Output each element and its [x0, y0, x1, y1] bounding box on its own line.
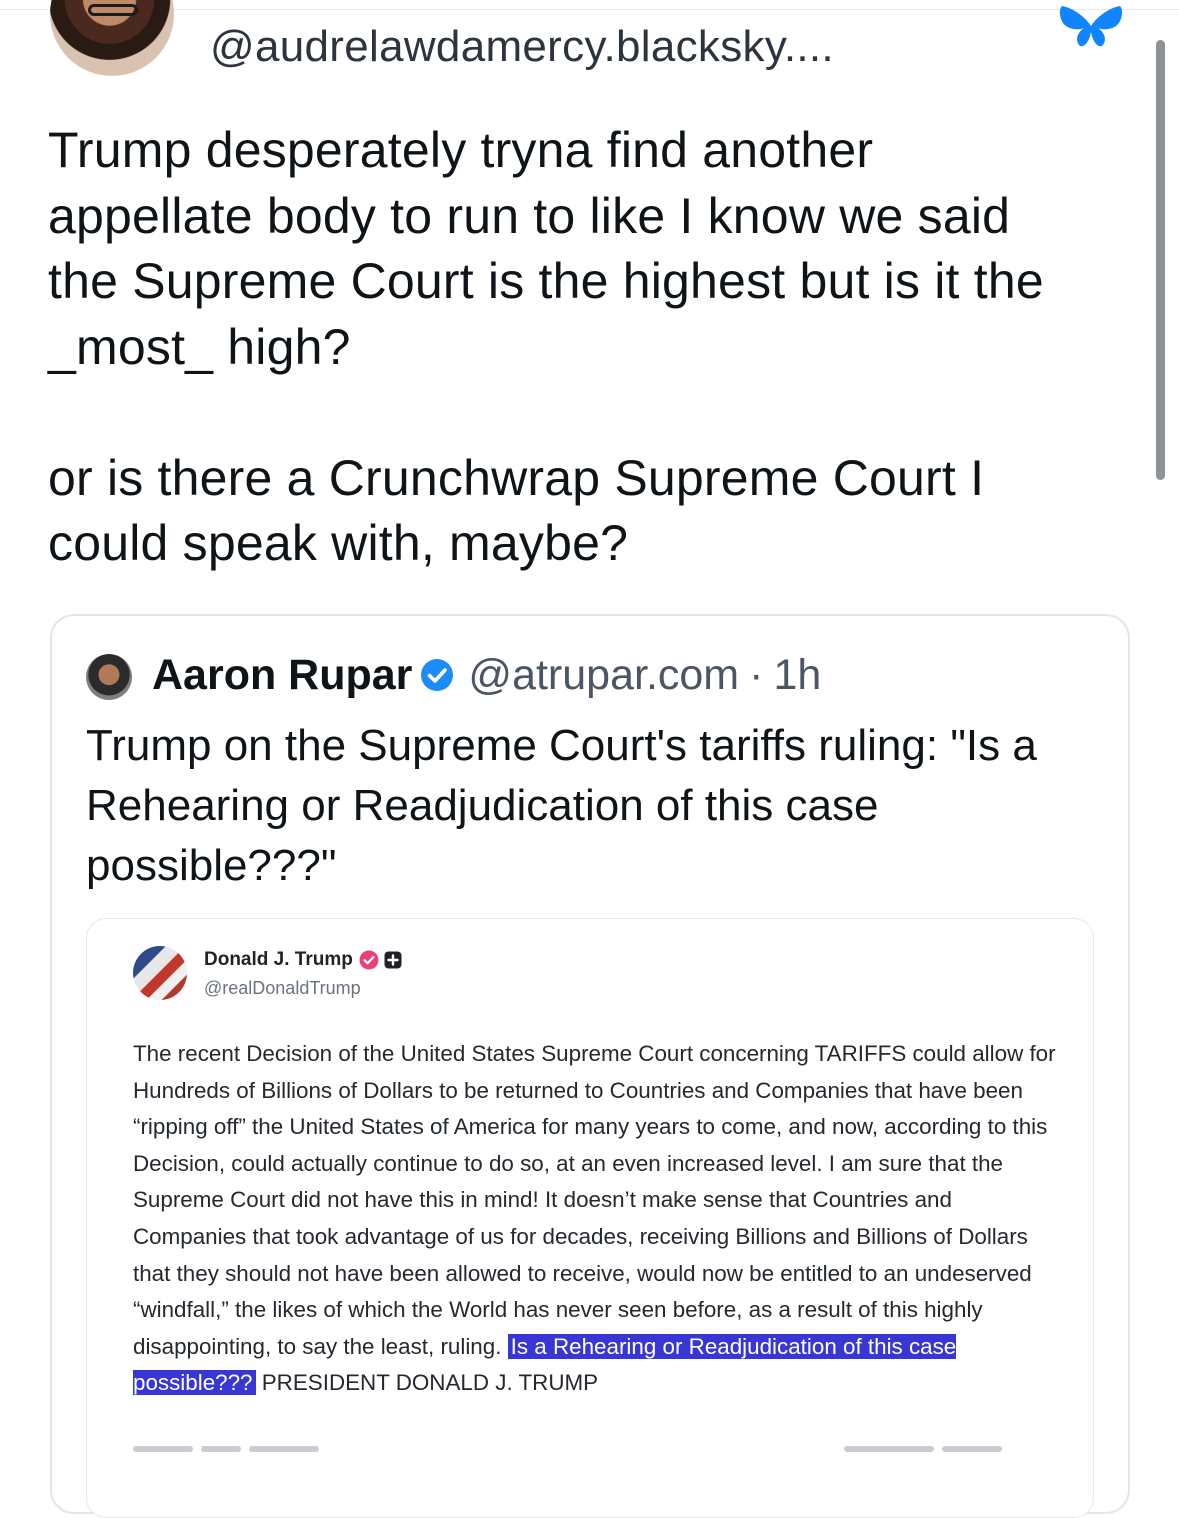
embedded-author-handle: @realDonaldTrump [204, 978, 361, 998]
post-line: appellate body to run to like I know we … [48, 187, 1011, 244]
verified-check-icon [421, 659, 454, 691]
embedded-author-name: Donald J. Trump [204, 949, 353, 970]
quote-header: Aaron Rupar @atrupar.com · 1h [152, 647, 821, 703]
author-avatar[interactable] [50, 0, 174, 76]
scrollbar[interactable] [1156, 40, 1165, 480]
post-line: _most_ high? [48, 318, 351, 375]
quote-handle[interactable]: @atrupar.com [468, 651, 739, 700]
post-body: Trump desperately tryna find another app… [48, 118, 1138, 577]
avatar-glasses [88, 4, 138, 16]
embedded-body-text: The recent Decision of the United States… [133, 1041, 1056, 1359]
embedded-footer-cutoff [133, 1438, 1063, 1458]
post-line: could speak with, maybe? [48, 515, 629, 571]
quote-author-avatar[interactable] [86, 654, 132, 700]
verified-badge-icon [359, 950, 379, 970]
post-line: or is there a Crunchwrap Supreme Court I [48, 449, 985, 506]
post-line: Trump desperately tryna find another [48, 122, 874, 178]
embedded-signature: PRESIDENT DONALD J. TRUMP [261, 1370, 599, 1396]
embedded-author-avatar [133, 946, 187, 1000]
embedded-name-row: Donald J. Trump [204, 949, 402, 971]
post-line: the Supreme Court is the highest but is … [48, 253, 1044, 309]
badge-square-icon [384, 951, 402, 969]
separator-dot: · [749, 650, 764, 699]
author-handle[interactable]: @audrelawdamercy.blacksky.... [210, 22, 834, 72]
top-divider [0, 9, 1179, 10]
quote-timestamp[interactable]: 1h [773, 651, 821, 700]
embedded-post-body: The recent Decision of the United States… [133, 1036, 1063, 1402]
quote-author-name[interactable]: Aaron Rupar [152, 651, 412, 700]
butterfly-icon[interactable] [1058, 4, 1124, 48]
quote-text: Trump on the Supreme Court's tariffs rul… [86, 721, 1037, 890]
